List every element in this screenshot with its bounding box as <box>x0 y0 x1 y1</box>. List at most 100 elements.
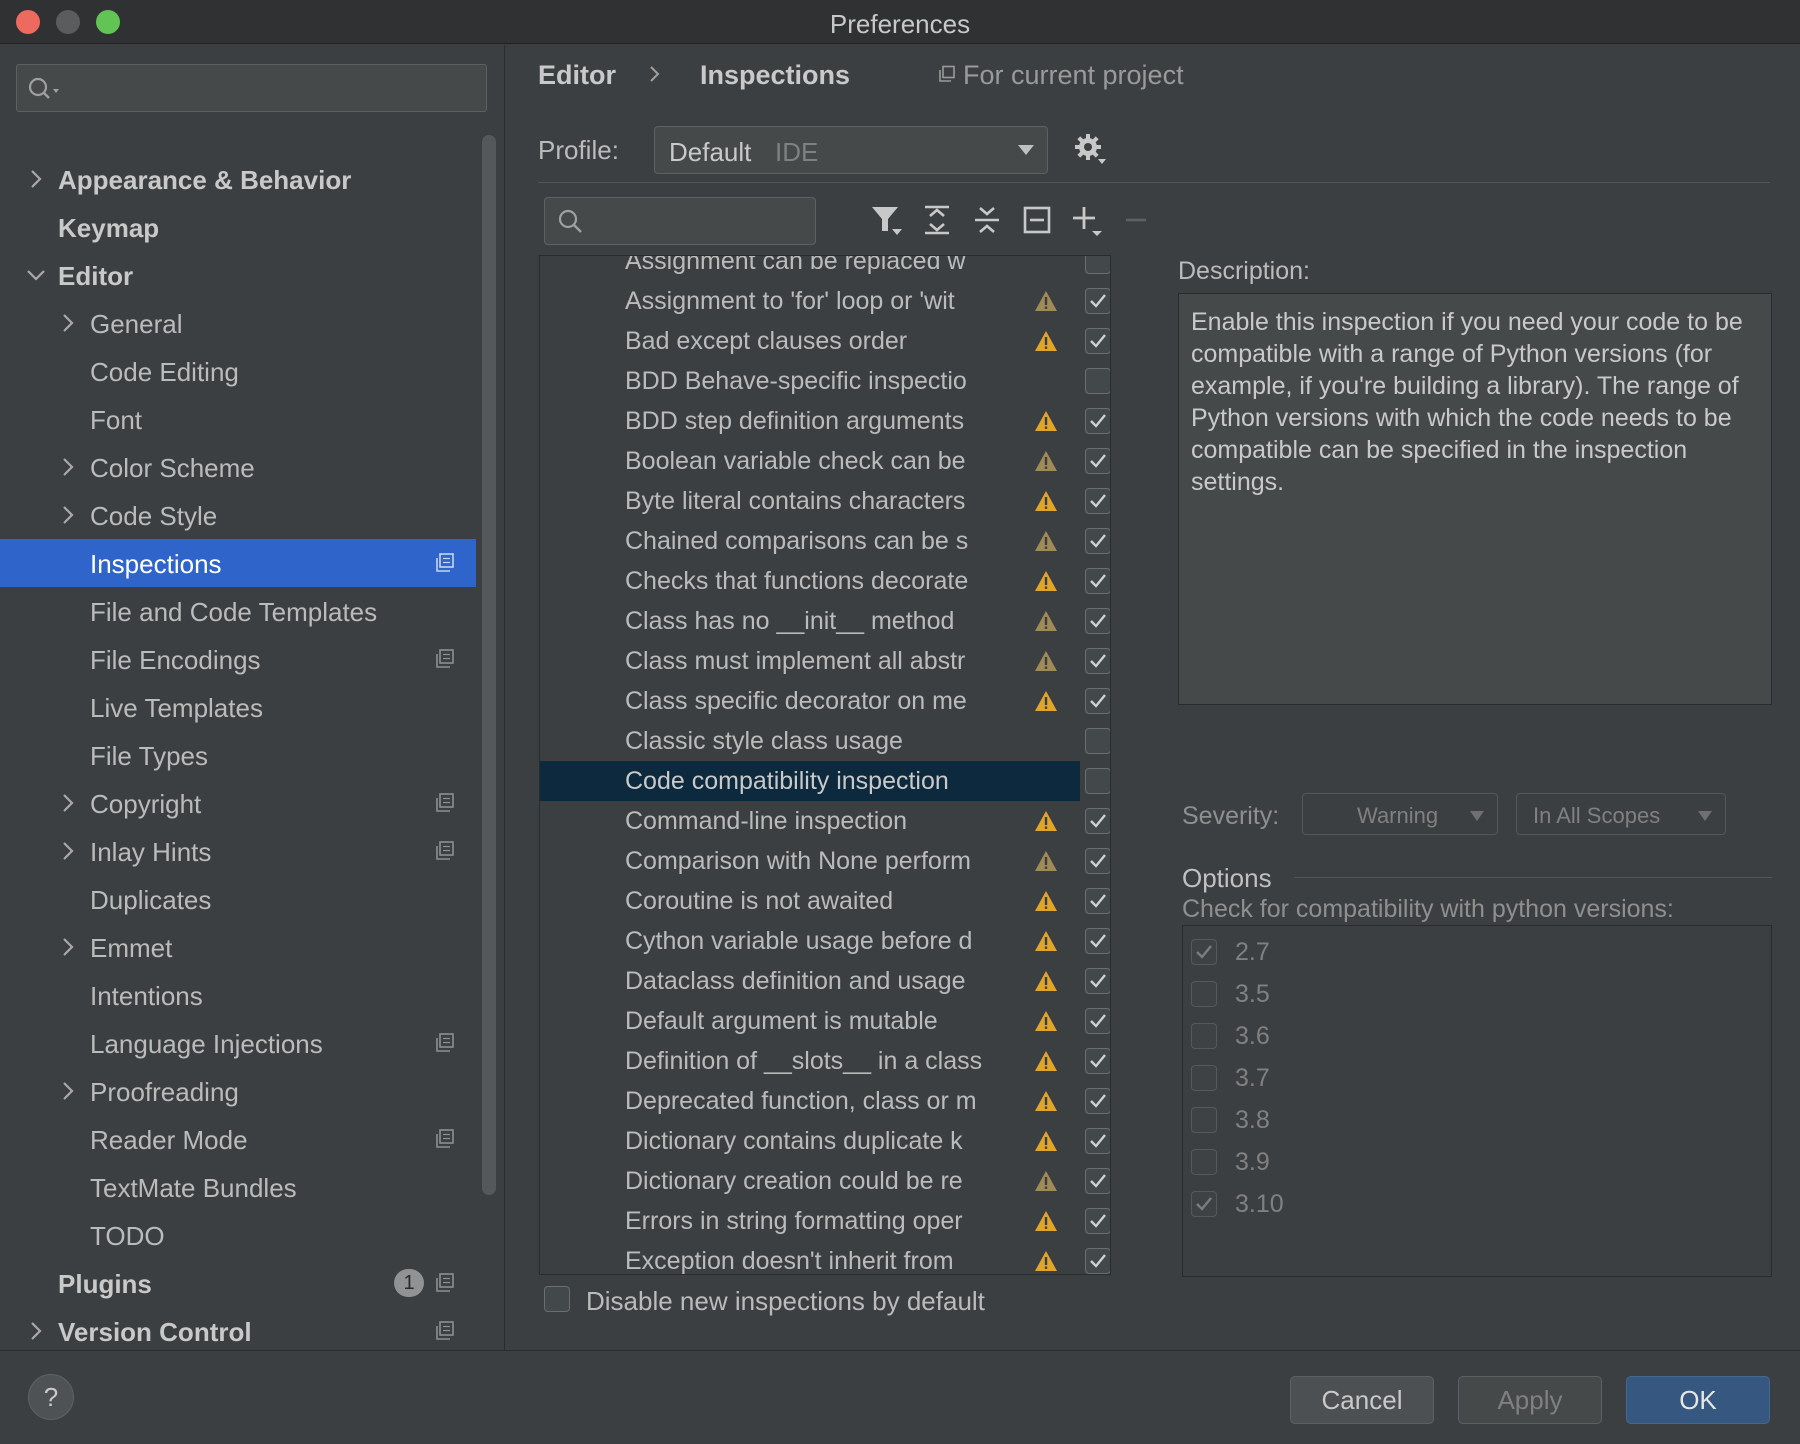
inspection-row[interactable]: Cython variable usage before d <box>540 921 1110 961</box>
inspection-row[interactable]: Boolean variable check can be <box>540 441 1110 481</box>
inspection-search-input[interactable] <box>544 197 816 245</box>
inspection-enabled-checkbox[interactable] <box>1085 408 1110 434</box>
inspection-row[interactable]: Dataclass definition and usage <box>540 961 1110 1001</box>
sidebar-item-editor[interactable]: Editor <box>0 251 476 299</box>
python-version-checkbox[interactable] <box>1191 1149 1217 1175</box>
inspection-enabled-checkbox[interactable] <box>1085 688 1110 714</box>
inspection-enabled-checkbox[interactable] <box>1085 568 1110 594</box>
remove-icon[interactable] <box>1120 203 1154 237</box>
inspection-row[interactable]: BDD step definition arguments <box>540 401 1110 441</box>
inspection-enabled-checkbox[interactable] <box>1085 528 1110 554</box>
disable-new-inspections-checkbox[interactable] <box>544 1286 570 1312</box>
scope-dropdown[interactable]: In All Scopes <box>1516 793 1726 835</box>
inspection-row[interactable]: Bad except clauses order <box>540 321 1110 361</box>
inspection-row[interactable]: Definition of __slots__ in a class <box>540 1041 1110 1081</box>
settings-search-input[interactable] <box>16 64 487 112</box>
inspection-enabled-checkbox[interactable] <box>1085 448 1110 474</box>
sidebar-item-emmet[interactable]: Emmet <box>0 923 476 971</box>
sidebar-item-appearance-behavior[interactable]: Appearance & Behavior <box>0 155 476 203</box>
breadcrumb-editor[interactable]: Editor <box>538 60 616 91</box>
inspection-enabled-checkbox[interactable] <box>1085 328 1110 354</box>
inspection-row[interactable]: Class specific decorator on me <box>540 681 1110 721</box>
python-version-checkbox[interactable] <box>1191 981 1217 1007</box>
python-version-checkbox[interactable] <box>1191 1107 1217 1133</box>
inspection-enabled-checkbox[interactable] <box>1085 608 1110 634</box>
inspection-enabled-checkbox[interactable] <box>1085 256 1110 274</box>
sidebar-item-general[interactable]: General <box>0 299 476 347</box>
inspection-enabled-checkbox[interactable] <box>1085 488 1110 514</box>
sidebar-item-intentions[interactable]: Intentions <box>0 971 476 1019</box>
inspection-enabled-checkbox[interactable] <box>1085 768 1110 794</box>
sidebar-item-todo[interactable]: TODO <box>0 1211 476 1259</box>
inspection-row[interactable]: Checks that functions decorate <box>540 561 1110 601</box>
expand-all-icon[interactable] <box>920 203 954 237</box>
python-version-checkbox[interactable] <box>1191 1023 1217 1049</box>
profile-dropdown[interactable]: Default IDE <box>654 126 1048 174</box>
inspection-row[interactable]: Assignment to 'for' loop or 'wit <box>540 281 1110 321</box>
inspection-enabled-checkbox[interactable] <box>1085 888 1110 914</box>
inspection-row[interactable]: Byte literal contains characters <box>540 481 1110 521</box>
inspection-enabled-checkbox[interactable] <box>1085 1008 1110 1034</box>
sidebar-item-reader-mode[interactable]: Reader Mode <box>0 1115 476 1163</box>
sidebar-item-plugins[interactable]: Plugins 1 <box>0 1259 476 1307</box>
gear-icon[interactable] <box>1072 131 1108 167</box>
inspection-enabled-checkbox[interactable] <box>1085 1168 1110 1194</box>
sidebar-item-code-style[interactable]: Code Style <box>0 491 476 539</box>
inspection-enabled-checkbox[interactable] <box>1085 1208 1110 1234</box>
sidebar-item-code-editing[interactable]: Code Editing <box>0 347 476 395</box>
sidebar-item-keymap[interactable]: Keymap <box>0 203 476 251</box>
sidebar-item-color-scheme[interactable]: Color Scheme <box>0 443 476 491</box>
inspection-row[interactable]: Dictionary creation could be re <box>540 1161 1110 1201</box>
sidebar-item-file-code-templates[interactable]: File and Code Templates <box>0 587 476 635</box>
inspection-enabled-checkbox[interactable] <box>1085 928 1110 954</box>
python-version-checkbox[interactable] <box>1191 1065 1217 1091</box>
add-icon[interactable] <box>1070 203 1104 237</box>
severity-dropdown[interactable]: Warning <box>1302 793 1498 835</box>
sidebar-item-language-injections[interactable]: Language Injections <box>0 1019 476 1067</box>
inspection-row[interactable]: Assignment can be replaced w <box>540 256 1110 281</box>
inspection-row[interactable]: Exception doesn't inherit from <box>540 1241 1110 1274</box>
inspection-row[interactable]: Command-line inspection <box>540 801 1110 841</box>
inspection-enabled-checkbox[interactable] <box>1085 808 1110 834</box>
python-version-checkbox[interactable] <box>1191 939 1217 965</box>
sidebar-item-font[interactable]: Font <box>0 395 476 443</box>
sidebar-item-version-control[interactable]: Version Control <box>0 1307 476 1350</box>
inspection-row[interactable]: Chained comparisons can be s <box>540 521 1110 561</box>
sidebar-item-copyright[interactable]: Copyright <box>0 779 476 827</box>
inspection-row[interactable]: Class must implement all abstr <box>540 641 1110 681</box>
inspection-enabled-checkbox[interactable] <box>1085 968 1110 994</box>
inspection-row[interactable]: BDD Behave-specific inspectio <box>540 361 1110 401</box>
inspection-enabled-checkbox[interactable] <box>1085 848 1110 874</box>
cancel-button[interactable]: Cancel <box>1290 1376 1434 1424</box>
python-version-checkbox[interactable] <box>1191 1191 1217 1217</box>
help-button[interactable]: ? <box>28 1374 74 1420</box>
inspection-row[interactable]: Classic style class usage <box>540 721 1110 761</box>
ok-button[interactable]: OK <box>1626 1376 1770 1424</box>
inspection-row[interactable]: Dictionary contains duplicate k <box>540 1121 1110 1161</box>
inspection-row[interactable]: Deprecated function, class or m <box>540 1081 1110 1121</box>
sidebar-item-inlay-hints[interactable]: Inlay Hints <box>0 827 476 875</box>
sidebar-item-textmate-bundles[interactable]: TextMate Bundles <box>0 1163 476 1211</box>
inspection-enabled-checkbox[interactable] <box>1085 288 1110 314</box>
inspection-row[interactable]: Class has no __init__ method <box>540 601 1110 641</box>
reset-to-empty-icon[interactable] <box>1020 203 1054 237</box>
sidebar-item-duplicates[interactable]: Duplicates <box>0 875 476 923</box>
inspection-enabled-checkbox[interactable] <box>1085 1248 1110 1274</box>
filter-icon[interactable] <box>870 203 904 237</box>
sidebar-item-file-types[interactable]: File Types <box>0 731 476 779</box>
inspection-row[interactable]: Coroutine is not awaited <box>540 881 1110 921</box>
inspection-enabled-checkbox[interactable] <box>1085 368 1110 394</box>
inspection-enabled-checkbox[interactable] <box>1085 1048 1110 1074</box>
inspection-row[interactable]: Errors in string formatting oper <box>540 1201 1110 1241</box>
sidebar-item-live-templates[interactable]: Live Templates <box>0 683 476 731</box>
apply-button[interactable]: Apply <box>1458 1376 1602 1424</box>
sidebar-scrollbar[interactable] <box>482 135 496 1195</box>
inspection-enabled-checkbox[interactable] <box>1085 648 1110 674</box>
inspection-row[interactable]: Default argument is mutable <box>540 1001 1110 1041</box>
sidebar-item-proofreading[interactable]: Proofreading <box>0 1067 476 1115</box>
sidebar-item-file-encodings[interactable]: File Encodings <box>0 635 476 683</box>
inspection-enabled-checkbox[interactable] <box>1085 1088 1110 1114</box>
sidebar-item-inspections[interactable]: Inspections <box>0 539 476 587</box>
collapse-all-icon[interactable] <box>970 203 1004 237</box>
inspection-row[interactable]: Code compatibility inspection <box>540 761 1110 801</box>
